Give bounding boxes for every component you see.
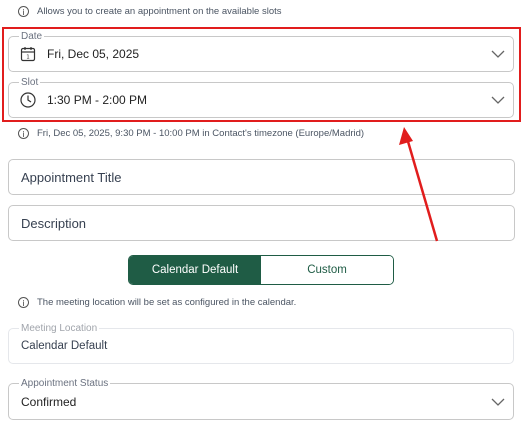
info-icon: i	[18, 6, 29, 17]
date-field[interactable]: Date 1 Fri, Dec 05, 2025	[8, 31, 514, 72]
top-info: i Allows you to create an appointment on…	[18, 6, 282, 17]
chevron-down-icon[interactable]	[491, 49, 505, 59]
appointment-status-field[interactable]: Appointment Status Confirmed	[8, 378, 514, 420]
chevron-down-icon[interactable]	[491, 397, 505, 407]
custom-option[interactable]: Custom	[261, 256, 393, 284]
location-info: i The meeting location will be set as co…	[18, 297, 296, 308]
appointment-title-input[interactable]	[8, 159, 515, 195]
top-info-text: Allows you to create an appointment on t…	[37, 6, 282, 17]
location-toggle: Calendar Default Custom	[128, 255, 394, 285]
info-icon: i	[18, 297, 29, 308]
slot-value: 1:30 PM - 2:00 PM	[47, 93, 148, 107]
appointment-status-value: Confirmed	[21, 394, 77, 409]
location-info-text: The meeting location will be set as conf…	[37, 297, 297, 308]
calendar-default-option[interactable]: Calendar Default	[129, 256, 261, 284]
meeting-location-field: Meeting Location Calendar Default	[8, 323, 514, 364]
description-input[interactable]	[8, 205, 515, 241]
calendar-icon: 1	[20, 47, 36, 62]
meeting-location-value: Calendar Default	[21, 340, 108, 352]
timezone-info: i Fri, Dec 05, 2025, 9:30 PM - 10:00 PM …	[18, 128, 364, 139]
svg-text:1: 1	[26, 55, 30, 61]
date-label: Date	[19, 31, 45, 42]
info-icon: i	[18, 128, 29, 139]
timezone-info-text: Fri, Dec 05, 2025, 9:30 PM - 10:00 PM in…	[37, 128, 365, 139]
slot-field[interactable]: Slot 1:30 PM - 2:00 PM	[8, 77, 514, 118]
date-value: Fri, Dec 05, 2025	[47, 47, 140, 61]
clock-icon	[20, 92, 36, 108]
chevron-down-icon[interactable]	[491, 95, 505, 105]
slot-label: Slot	[19, 77, 41, 88]
